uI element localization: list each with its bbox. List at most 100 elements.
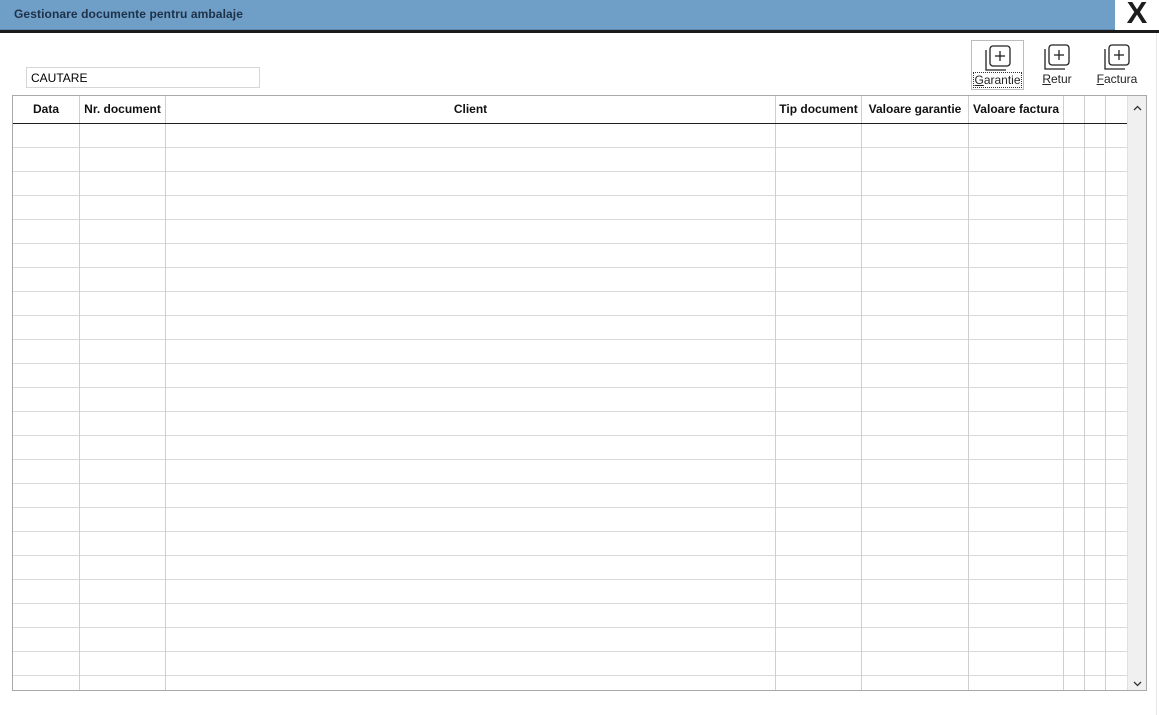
table-cell[interactable] xyxy=(1085,412,1106,436)
table-cell[interactable] xyxy=(80,652,166,676)
table-cell[interactable] xyxy=(969,604,1064,628)
table-cell[interactable] xyxy=(776,340,862,364)
table-row[interactable] xyxy=(13,364,1128,388)
search-input[interactable] xyxy=(26,67,260,88)
table-cell[interactable] xyxy=(80,484,166,508)
table-row[interactable] xyxy=(13,676,1128,690)
table-cell[interactable] xyxy=(13,148,80,172)
table-cell[interactable] xyxy=(862,364,969,388)
table-row[interactable] xyxy=(13,484,1128,508)
table-cell[interactable] xyxy=(13,124,80,148)
table-cell[interactable] xyxy=(80,388,166,412)
table-cell[interactable] xyxy=(776,556,862,580)
table-cell[interactable] xyxy=(80,508,166,532)
table-cell[interactable] xyxy=(776,676,862,690)
table-cell[interactable] xyxy=(1085,196,1106,220)
table-cell[interactable] xyxy=(80,316,166,340)
table-cell[interactable] xyxy=(166,532,776,556)
table-cell[interactable] xyxy=(1064,292,1085,316)
table-cell[interactable] xyxy=(1064,628,1085,652)
table-cell[interactable] xyxy=(80,124,166,148)
column-header-valoare-garantie[interactable]: Valoare garantie xyxy=(862,96,969,123)
factura-button[interactable]: Factura xyxy=(1092,40,1142,90)
table-cell[interactable] xyxy=(862,244,969,268)
table-cell[interactable] xyxy=(13,676,80,690)
table-cell[interactable] xyxy=(969,316,1064,340)
table-cell[interactable] xyxy=(862,172,969,196)
table-row[interactable] xyxy=(13,436,1128,460)
table-cell[interactable] xyxy=(1085,652,1106,676)
table-cell[interactable] xyxy=(1085,484,1106,508)
table-cell[interactable] xyxy=(166,292,776,316)
table-cell[interactable] xyxy=(776,532,862,556)
table-cell[interactable] xyxy=(1064,340,1085,364)
table-cell[interactable] xyxy=(969,124,1064,148)
table-cell[interactable] xyxy=(862,460,969,484)
table-cell[interactable] xyxy=(1085,340,1106,364)
table-cell[interactable] xyxy=(13,172,80,196)
table-cell[interactable] xyxy=(1064,124,1085,148)
table-cell[interactable] xyxy=(13,340,80,364)
table-row[interactable] xyxy=(13,244,1128,268)
table-cell[interactable] xyxy=(80,628,166,652)
column-header-valoare-factura[interactable]: Valoare factura xyxy=(969,96,1064,123)
table-cell[interactable] xyxy=(13,388,80,412)
table-row[interactable] xyxy=(13,196,1128,220)
table-cell[interactable] xyxy=(776,484,862,508)
table-cell[interactable] xyxy=(166,244,776,268)
table-cell[interactable] xyxy=(776,460,862,484)
table-cell[interactable] xyxy=(1085,220,1106,244)
table-cell[interactable] xyxy=(862,436,969,460)
table-row[interactable] xyxy=(13,124,1128,148)
table-cell[interactable] xyxy=(1085,292,1106,316)
table-cell[interactable] xyxy=(13,484,80,508)
table-cell[interactable] xyxy=(862,580,969,604)
table-cell[interactable] xyxy=(1064,388,1085,412)
table-cell[interactable] xyxy=(13,196,80,220)
table-row[interactable] xyxy=(13,292,1128,316)
table-row[interactable] xyxy=(13,340,1128,364)
scroll-down-icon[interactable] xyxy=(1128,672,1146,690)
table-cell[interactable] xyxy=(1085,532,1106,556)
table-cell[interactable] xyxy=(13,628,80,652)
table-cell[interactable] xyxy=(80,244,166,268)
table-cell[interactable] xyxy=(166,316,776,340)
table-cell[interactable] xyxy=(1085,364,1106,388)
column-header-extra-2[interactable] xyxy=(1085,96,1106,123)
table-cell[interactable] xyxy=(13,412,80,436)
table-cell[interactable] xyxy=(1064,436,1085,460)
table-cell[interactable] xyxy=(13,292,80,316)
table-cell[interactable] xyxy=(166,676,776,690)
table-row[interactable] xyxy=(13,652,1128,676)
table-cell[interactable] xyxy=(776,196,862,220)
table-cell[interactable] xyxy=(1064,412,1085,436)
garantie-button[interactable]: Garantie xyxy=(971,40,1024,90)
table-cell[interactable] xyxy=(776,172,862,196)
documents-grid[interactable]: Data Nr. document Client Tip document Va… xyxy=(12,95,1147,691)
table-cell[interactable] xyxy=(969,460,1064,484)
table-cell[interactable] xyxy=(776,124,862,148)
table-row[interactable] xyxy=(13,148,1128,172)
table-row[interactable] xyxy=(13,508,1128,532)
table-row[interactable] xyxy=(13,580,1128,604)
table-cell[interactable] xyxy=(1064,244,1085,268)
table-cell[interactable] xyxy=(166,580,776,604)
table-cell[interactable] xyxy=(776,436,862,460)
table-cell[interactable] xyxy=(80,436,166,460)
table-cell[interactable] xyxy=(969,244,1064,268)
table-cell[interactable] xyxy=(1064,652,1085,676)
table-cell[interactable] xyxy=(969,292,1064,316)
table-cell[interactable] xyxy=(862,604,969,628)
table-row[interactable] xyxy=(13,628,1128,652)
table-cell[interactable] xyxy=(969,388,1064,412)
table-cell[interactable] xyxy=(1085,436,1106,460)
table-cell[interactable] xyxy=(166,604,776,628)
table-cell[interactable] xyxy=(13,244,80,268)
table-cell[interactable] xyxy=(1064,676,1085,690)
vertical-scrollbar[interactable] xyxy=(1127,96,1146,690)
table-cell[interactable] xyxy=(969,148,1064,172)
table-cell[interactable] xyxy=(80,292,166,316)
table-cell[interactable] xyxy=(1064,148,1085,172)
table-cell[interactable] xyxy=(1085,580,1106,604)
table-cell[interactable] xyxy=(969,220,1064,244)
